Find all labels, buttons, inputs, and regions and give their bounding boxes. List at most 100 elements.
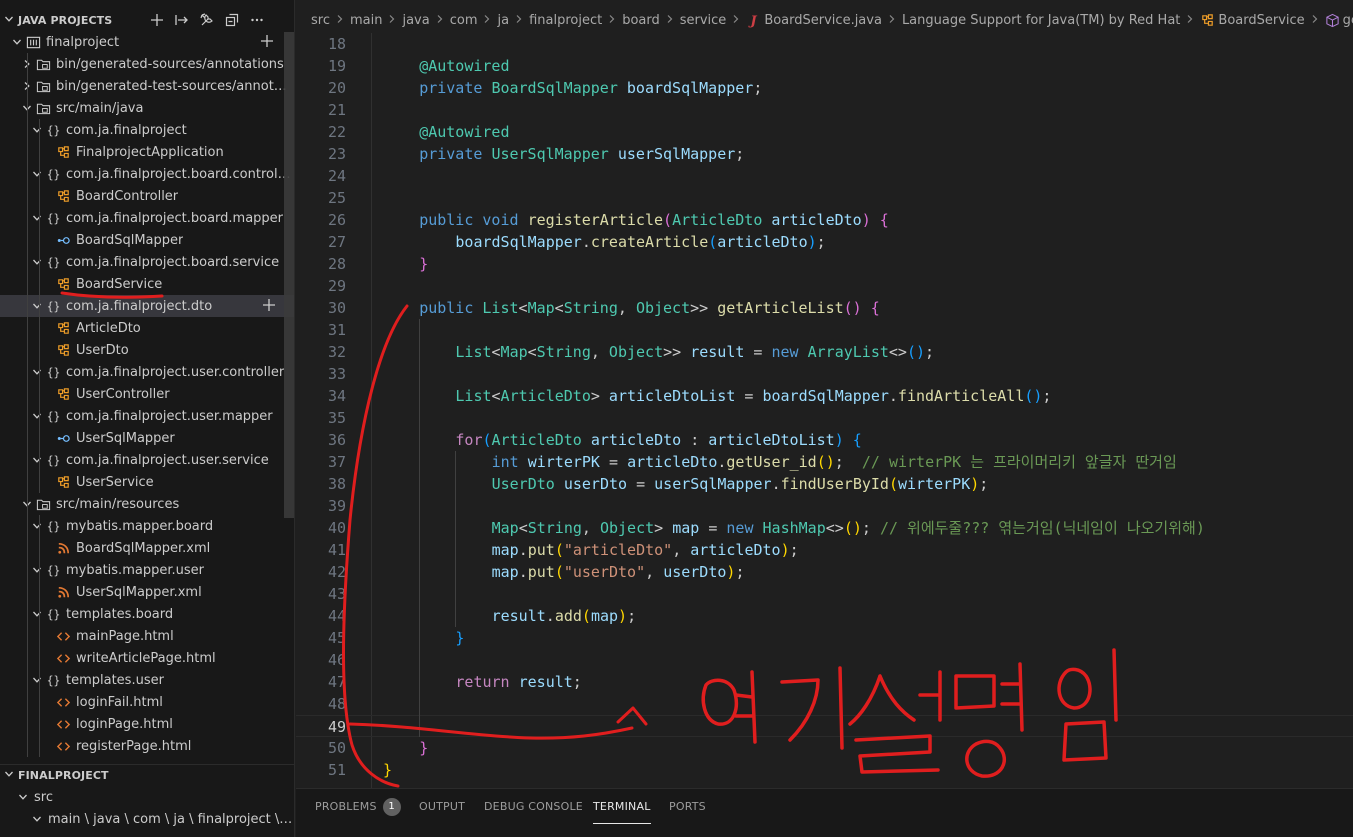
tree-item[interactable]: registerPage.html — [0, 735, 294, 757]
tree-item[interactable]: UserDto — [0, 339, 294, 361]
new-file-icon[interactable] — [262, 298, 278, 314]
code-line[interactable]: 49 — [296, 715, 1353, 737]
chevron-down-icon[interactable] — [30, 295, 44, 317]
export-jar-icon[interactable] — [174, 12, 190, 28]
java-projects-header[interactable]: JAVA PROJECTS — [0, 9, 294, 31]
chevron-down-icon[interactable] — [30, 251, 44, 273]
chevron-down-icon[interactable] — [30, 603, 44, 625]
code-line[interactable]: 32 List<Map<String, Object>> result = new… — [296, 341, 1353, 363]
code-editor[interactable]: 18 19 @Autowired 20 private BoardSqlMapper b… — [296, 33, 1353, 788]
tree-item[interactable]: src/main/resources — [0, 493, 294, 515]
code-line[interactable]: 22 @Autowired — [296, 121, 1353, 143]
code-line[interactable]: 25 — [296, 187, 1353, 209]
code-line[interactable]: 30 public List<Map<String, Object>> getAr… — [296, 297, 1353, 319]
build-tools-icon[interactable] — [199, 12, 215, 28]
chevron-down-icon[interactable] — [30, 808, 44, 830]
tree-item[interactable]: UserController — [0, 383, 294, 405]
tree-item[interactable]: UserSqlMapper — [0, 427, 294, 449]
tree-item[interactable]: bin/generated-test-sources/annotati... — [0, 75, 294, 97]
code-line[interactable]: 51} — [296, 759, 1353, 781]
tab-terminal[interactable]: TERMINAL — [593, 789, 651, 824]
code-line[interactable]: 45} — [296, 627, 1353, 649]
tab-debug-console[interactable]: DEBUG CONSOLE — [484, 789, 583, 824]
chevron-down-icon[interactable] — [30, 207, 44, 229]
more-actions-icon[interactable] — [249, 12, 265, 28]
add-icon[interactable] — [260, 34, 276, 50]
tree-item[interactable]: {} com.ja.finalproject.board.service — [0, 251, 294, 273]
code-line[interactable]: 36 for(ArticleDto articleDto : articleDto… — [296, 429, 1353, 451]
code-line[interactable]: 50} — [296, 737, 1353, 759]
breadcrumb-item[interactable]: main — [350, 13, 382, 28]
code-line[interactable]: 20 private BoardSqlMapper boardSqlMapper; — [296, 77, 1353, 99]
tree-item[interactable]: {} mybatis.mapper.board — [0, 515, 294, 537]
tree-item[interactable]: {} com.ja.finalproject.board.controller — [0, 163, 294, 185]
chevron-down-icon[interactable] — [30, 449, 44, 471]
tree-item[interactable]: mainPage.html — [0, 625, 294, 647]
explorer-item[interactable]: main \ java \ com \ ja \ finalproject \ … — [0, 808, 294, 830]
chevron-down-icon[interactable] — [16, 786, 30, 808]
tree-item[interactable]: loginPage.html — [0, 713, 294, 735]
tab-ports[interactable]: PORTS — [669, 789, 706, 824]
tab-problems[interactable]: PROBLEMS 1 — [315, 789, 401, 824]
breadcrumb-item[interactable]: board — [622, 13, 660, 28]
tree-item[interactable]: FinalprojectApplication — [0, 141, 294, 163]
breadcrumb-item[interactable]: service — [680, 13, 727, 28]
tree-item[interactable]: UserSqlMapper.xml — [0, 581, 294, 603]
code-line[interactable]: 21 — [296, 99, 1353, 121]
code-line[interactable]: 48 — [296, 693, 1353, 715]
code-line[interactable]: 19 @Autowired — [296, 55, 1353, 77]
tab-output[interactable]: OUTPUT — [419, 789, 465, 824]
explorer-item[interactable]: src — [0, 786, 294, 808]
tree-item[interactable]: {} com.ja.finalproject.board.mapper — [0, 207, 294, 229]
code-line[interactable]: 35 — [296, 407, 1353, 429]
code-line[interactable]: 47 return result; — [296, 671, 1353, 693]
chevron-down-icon[interactable] — [30, 559, 44, 581]
code-line[interactable]: 29 — [296, 275, 1353, 297]
code-line[interactable]: 18 — [296, 33, 1353, 55]
code-line[interactable]: 31 — [296, 319, 1353, 341]
tree-item[interactable]: {} com.ja.finalproject.user.mapper — [0, 405, 294, 427]
tree-item[interactable]: loginFail.html — [0, 691, 294, 713]
explorer-item[interactable]: mapper — [0, 830, 294, 837]
tree-item[interactable]: writeArticlePage.html — [0, 647, 294, 669]
breadcrumb-item[interactable]: J BoardService.java — [746, 13, 882, 28]
tree-item[interactable]: {} templates.board — [0, 603, 294, 625]
breadcrumb-item[interactable]: com — [450, 13, 478, 28]
tree-item[interactable]: BoardService — [0, 273, 294, 295]
tree-item[interactable]: {} com.ja.finalproject.dto — [0, 295, 294, 317]
tree-item[interactable]: BoardSqlMapper — [0, 229, 294, 251]
collapse-all-icon[interactable] — [224, 12, 240, 28]
chevron-down-icon[interactable] — [30, 405, 44, 427]
chevron-down-icon[interactable] — [10, 31, 24, 53]
code-line[interactable]: 46 — [296, 649, 1353, 671]
chevron-down-icon[interactable] — [30, 119, 44, 141]
breadcrumb-item[interactable]: finalproject — [529, 13, 602, 28]
sidebar-scrollbar-thumb[interactable] — [284, 32, 294, 518]
code-line[interactable]: 24 — [296, 165, 1353, 187]
chevron-down-icon[interactable] — [30, 669, 44, 691]
tree-item[interactable]: {} com.ja.finalproject.user.controller — [0, 361, 294, 383]
tree-item[interactable]: {} mybatis.mapper.user — [0, 559, 294, 581]
tree-item[interactable]: UserService — [0, 471, 294, 493]
code-line[interactable]: 28} — [296, 253, 1353, 275]
tree-item[interactable]: bin/generated-sources/annotations — [0, 53, 294, 75]
breadcrumb-item[interactable]: BoardService — [1200, 13, 1305, 28]
breadcrumb-item[interactable]: ja — [497, 13, 509, 28]
tree-item[interactable]: {} templates.user — [0, 669, 294, 691]
chevron-down-icon[interactable] — [30, 361, 44, 383]
tree-item[interactable]: ArticleDto — [0, 317, 294, 339]
breadcrumb-item[interactable]: getArticleList() — [1325, 13, 1353, 28]
tree-item[interactable]: finalproject — [0, 31, 294, 53]
chevron-down-icon[interactable] — [30, 515, 44, 537]
chevron-down-icon[interactable] — [30, 163, 44, 185]
breadcrumb-item[interactable]: src — [311, 13, 330, 28]
breadcrumb-item[interactable]: Language Support for Java(TM) by Red Hat — [902, 13, 1180, 28]
breadcrumb-item[interactable]: java — [402, 13, 429, 28]
code-line[interactable]: 33 — [296, 363, 1353, 385]
finalproject-header[interactable]: FINALPROJECT — [0, 764, 294, 786]
code-line[interactable]: 23 private UserSqlMapper userSqlMapper; — [296, 143, 1353, 165]
new-java-project-icon[interactable] — [149, 12, 165, 28]
code-line[interactable]: 34 List<ArticleDto> articleDtoList = boar… — [296, 385, 1353, 407]
tree-item[interactable]: src/main/java — [0, 97, 294, 119]
tree-item[interactable]: {} com.ja.finalproject.user.service — [0, 449, 294, 471]
